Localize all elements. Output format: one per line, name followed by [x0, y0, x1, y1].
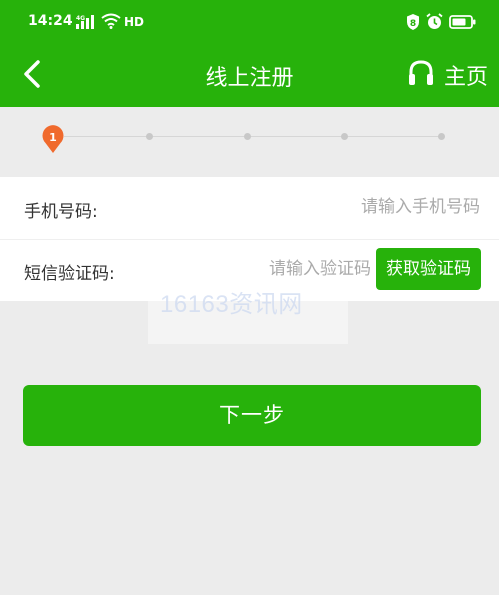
headphone-icon: [409, 60, 433, 85]
phone-label: 手机号码:: [24, 202, 98, 222]
get-code-button[interactable]: 获取验证码: [376, 248, 481, 290]
signal-icon: 4G: [76, 15, 94, 29]
step-dot: [244, 133, 251, 140]
nav-bar: 线上注册 主页: [0, 44, 499, 107]
sms-code-label: 短信验证码:: [24, 264, 115, 284]
phone-row: 手机号码:: [0, 177, 499, 240]
current-step-number: 1: [49, 131, 57, 144]
shield-icon: 8: [407, 14, 419, 30]
svg-text:4G: 4G: [76, 15, 85, 22]
status-bar: 14:24 4G HD 8: [0, 0, 499, 44]
status-time: 14:24: [28, 13, 73, 29]
alarm-icon: [426, 13, 443, 29]
home-label: 主页: [444, 65, 489, 90]
step-track: [64, 136, 442, 137]
step-dot: [438, 133, 445, 140]
wifi-icon: [101, 13, 121, 29]
network-type-label: HD: [124, 15, 145, 29]
svg-text:8: 8: [410, 19, 416, 29]
step-dot: [146, 133, 153, 140]
watermark-text: 16163资讯网: [160, 291, 303, 318]
battery-icon: [449, 15, 476, 29]
registration-stepper: 1: [0, 107, 499, 177]
app-header: 14:24 4G HD 8 线上注册 主页: [0, 0, 499, 107]
step-dot: [341, 133, 348, 140]
next-step-button[interactable]: 下一步: [23, 385, 481, 446]
phone-input[interactable]: [200, 191, 480, 223]
current-step-marker: 1: [42, 125, 64, 153]
home-button[interactable]: 主页: [406, 52, 496, 96]
